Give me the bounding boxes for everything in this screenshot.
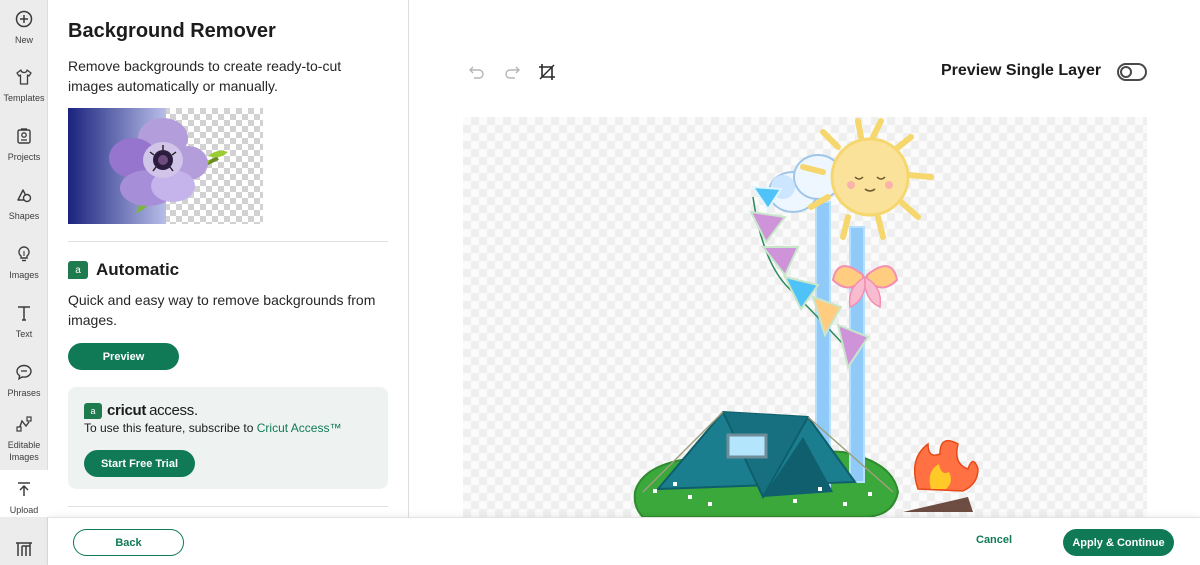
- crop-icon[interactable]: [536, 61, 558, 83]
- automatic-title: Automatic: [96, 260, 180, 279]
- back-button[interactable]: Back: [73, 529, 184, 556]
- rail-item-label: Shapes: [8, 211, 40, 221]
- rail-item-phrases[interactable]: Phrases: [0, 361, 48, 401]
- cricut-access-link[interactable]: Cricut Access™: [257, 421, 342, 435]
- plus-circle-icon: [13, 8, 35, 30]
- rail-item-text[interactable]: Text: [0, 302, 48, 342]
- rail-item-label: New: [14, 35, 33, 45]
- background-remover-panel: Background Remover Remove backgrounds to…: [48, 0, 409, 517]
- rail-item-label: Projects: [7, 152, 41, 162]
- rail-item-label: Phrases: [7, 388, 41, 398]
- panel-intro: Remove backgrounds to create ready-to-cu…: [68, 58, 342, 94]
- shapes-icon: [13, 184, 35, 206]
- rail-item-templates[interactable]: Templates: [0, 66, 48, 106]
- text-icon: [13, 302, 35, 324]
- rail-item-label: Images: [9, 270, 39, 280]
- projects-icon: [13, 125, 35, 147]
- background-removal-demo-image: [68, 108, 263, 224]
- preview-single-layer-label: Preview Single Layer: [941, 62, 1102, 79]
- apply-continue-button[interactable]: Apply & Continue: [1063, 529, 1174, 556]
- rail-item-label: Editable Images: [7, 440, 41, 462]
- brand-suffix: access.: [149, 402, 198, 419]
- image-canvas[interactable]: [463, 117, 1147, 517]
- cricut-access-box: a cricut access. To use this feature, su…: [68, 387, 388, 489]
- cancel-button[interactable]: Cancel: [976, 534, 1012, 546]
- rail-item-new[interactable]: New: [0, 8, 48, 48]
- automatic-heading: a Automatic: [68, 260, 179, 280]
- cricut-access-logo: a cricut access.: [84, 402, 198, 419]
- lightbulb-icon: [13, 243, 35, 265]
- rail-item-upload[interactable]: Upload: [0, 470, 48, 517]
- tool-rail: New Templates Projects Shapes Images Tex…: [0, 0, 48, 565]
- panel-title: Background Remover: [68, 20, 276, 42]
- rail-item-editable-images[interactable]: Editable Images: [0, 413, 48, 465]
- rail-item-label: Upload: [9, 505, 39, 515]
- panel-divider: [68, 506, 388, 507]
- automatic-description: Quick and easy way to remove backgrounds…: [68, 292, 376, 328]
- brand-name: cricut: [107, 402, 147, 419]
- preview-single-layer-toggle[interactable]: [1117, 63, 1147, 81]
- access-message: To use this feature, subscribe to Cricut…: [84, 421, 341, 435]
- footer-bar: Back Cancel Apply & Continue: [48, 517, 1200, 565]
- cricut-access-badge-icon: a: [84, 402, 102, 419]
- undo-icon[interactable]: [466, 61, 488, 83]
- editable-images-icon: [13, 413, 35, 435]
- rail-item-monogram[interactable]: [0, 538, 48, 565]
- cricut-access-badge-icon: a: [68, 261, 88, 279]
- rail-item-label: Templates: [3, 93, 45, 103]
- rail-item-images[interactable]: Images: [0, 243, 48, 283]
- redo-icon[interactable]: [501, 61, 523, 83]
- speech-bubble-icon: [13, 361, 35, 383]
- shirt-icon: [13, 66, 35, 88]
- camping-scene-image: [633, 118, 979, 517]
- start-free-trial-button[interactable]: Start Free Trial: [84, 450, 195, 477]
- toggle-knob: [1120, 66, 1132, 78]
- panel-divider: [68, 241, 388, 242]
- rail-item-label: Text: [15, 329, 33, 339]
- access-message-prefix: To use this feature, subscribe to: [84, 421, 257, 435]
- monogram-icon: [13, 538, 35, 560]
- rail-item-projects[interactable]: Projects: [0, 125, 48, 165]
- rail-item-shapes[interactable]: Shapes: [0, 184, 48, 224]
- upload-icon: [13, 478, 35, 500]
- app-window: New Templates Projects Shapes Images Tex…: [0, 0, 1200, 565]
- preview-button[interactable]: Preview: [68, 343, 179, 370]
